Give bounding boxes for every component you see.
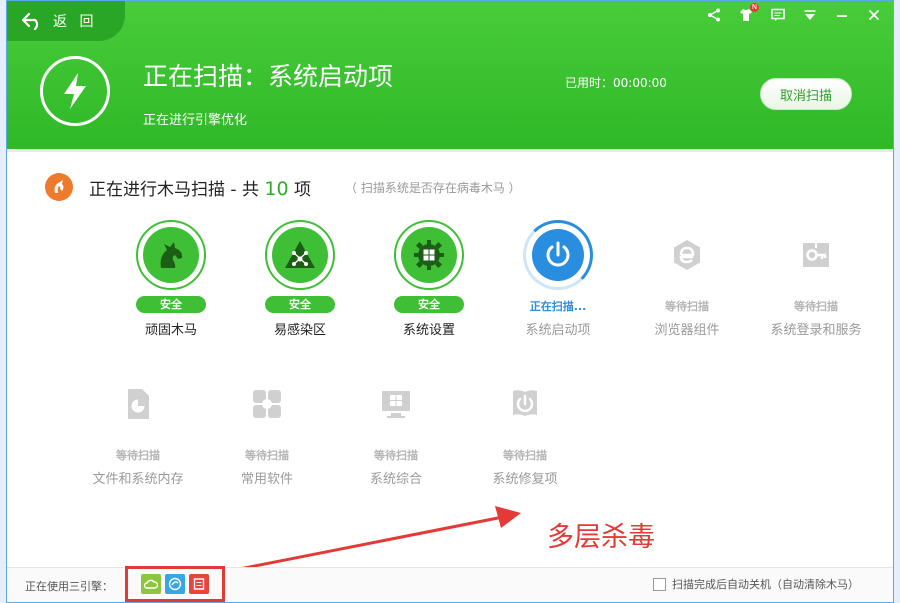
elapsed-time: 已用时：00:00:00	[565, 76, 667, 90]
horse-icon	[160, 242, 183, 268]
repair-icon	[513, 390, 537, 416]
scan-item-label: 浏览器组件	[654, 323, 720, 338]
shirt-skin-icon[interactable]: N	[737, 3, 759, 24]
cancel-scan-button[interactable]: 取消扫描	[760, 78, 852, 110]
scan-item-label: 易感染区	[273, 323, 326, 338]
section-title-suffix: 项	[288, 180, 311, 200]
status-text: 等待扫描	[116, 449, 160, 462]
status-text: 等待扫描	[374, 449, 418, 462]
scan-item-label: 文件和系统内存	[92, 472, 184, 487]
minimize-icon[interactable]	[833, 6, 851, 24]
back-button[interactable]: 返 回	[7, 1, 125, 41]
notification-badge: N	[750, 3, 759, 12]
scan-title: 正在扫描：系统启动项	[143, 62, 394, 91]
browser-e-icon	[674, 240, 700, 270]
scan-item-system-repair: 等待扫描 系统修复项	[463, 369, 587, 487]
status-text: 等待扫描	[245, 449, 289, 462]
scan-item-label: 系统修复项	[492, 472, 558, 487]
status-badge: 安全	[136, 296, 206, 313]
window-controls: N	[705, 3, 883, 24]
software-icon	[253, 390, 281, 418]
scan-item-browser: 等待扫描 浏览器组件	[625, 220, 749, 338]
scan-item-label: 顽固木马	[144, 323, 197, 338]
scan-item-system-settings: 安全 系统设置	[367, 220, 491, 338]
scan-item-label: 常用软件	[240, 472, 293, 487]
scan-item-common-software: 等待扫描 常用软件	[205, 369, 329, 487]
scan-subtitle: 正在进行引擎优化	[143, 113, 248, 128]
status-text: 等待扫描	[503, 449, 547, 462]
auto-shutdown-checkbox[interactable]	[653, 577, 666, 591]
power-icon	[546, 241, 570, 267]
network-triangle-icon	[285, 241, 315, 268]
scanner-window: 返 回 N 正在扫描：系统启动项 正在进行引擎优化 已用时：00:00:00 取…	[6, 0, 894, 603]
header-divider	[7, 149, 893, 152]
scan-item-stubborn-trojan: 安全 顽固木马	[109, 220, 233, 338]
lightning-icon	[40, 56, 110, 126]
footer-bar: 正在使用三引擎： 扫描完成后自动关机（自动清除木马）	[7, 566, 893, 602]
cloud-engine-icon[interactable]	[141, 574, 161, 594]
back-arrow-icon	[21, 12, 39, 30]
scan-item-infection-zone: 安全 易感染区	[238, 220, 362, 338]
section-title-prefix: 正在进行木马扫描 - 共	[89, 180, 265, 200]
scan-item-label: 系统设置	[402, 323, 455, 338]
auto-shutdown-option[interactable]: 扫描完成后自动关机（自动清除木马）	[653, 576, 859, 592]
status-badge: 安全	[265, 296, 335, 313]
chat-icon[interactable]	[769, 6, 787, 24]
auto-shutdown-label: 扫描完成后自动关机（自动清除木马）	[672, 578, 859, 591]
status-text: 等待扫描	[794, 300, 838, 313]
key-login-icon	[803, 243, 829, 267]
scan-item-label: 系统综合	[369, 472, 422, 487]
qvm-engine-icon[interactable]	[165, 574, 185, 594]
file-memory-icon	[128, 389, 149, 419]
engines-label: 正在使用三引擎：	[25, 580, 113, 593]
back-label: 返 回	[53, 14, 98, 30]
scan-item-startup: 正在扫描... 系统启动项	[496, 220, 620, 338]
status-text: 等待扫描	[665, 300, 709, 313]
system-windows-icon	[382, 391, 410, 418]
engines-highlight	[125, 566, 225, 602]
menu-down-icon[interactable]	[801, 6, 819, 24]
scan-header: 返 回 N 正在扫描：系统启动项 正在进行引擎优化 已用时：00:00:00 取…	[7, 1, 893, 149]
annotation-text: 多层杀毒	[547, 522, 655, 553]
scan-item-login-services: 等待扫描 系统登录和服务	[754, 220, 878, 338]
close-icon[interactable]	[865, 6, 883, 24]
section-hint: （ 扫描系统是否存在病毒木马 ）	[345, 181, 521, 195]
avira-engine-icon[interactable]	[189, 574, 209, 594]
scan-item-system-general: 等待扫描 系统综合	[334, 369, 458, 487]
scan-item-files-memory: 等待扫描 文件和系统内存	[76, 369, 200, 487]
trojan-scan-icon	[45, 173, 73, 201]
item-count: 10	[264, 178, 289, 200]
section-title: 正在进行木马扫描 - 共 10 项	[89, 175, 311, 200]
status-badge: 安全	[394, 296, 464, 313]
scan-item-label: 系统启动项	[525, 323, 591, 338]
status-text: 正在扫描...	[529, 300, 587, 313]
scan-item-label: 系统登录和服务	[770, 323, 862, 338]
share-icon[interactable]	[705, 6, 723, 24]
windows-gear-icon	[414, 240, 444, 270]
